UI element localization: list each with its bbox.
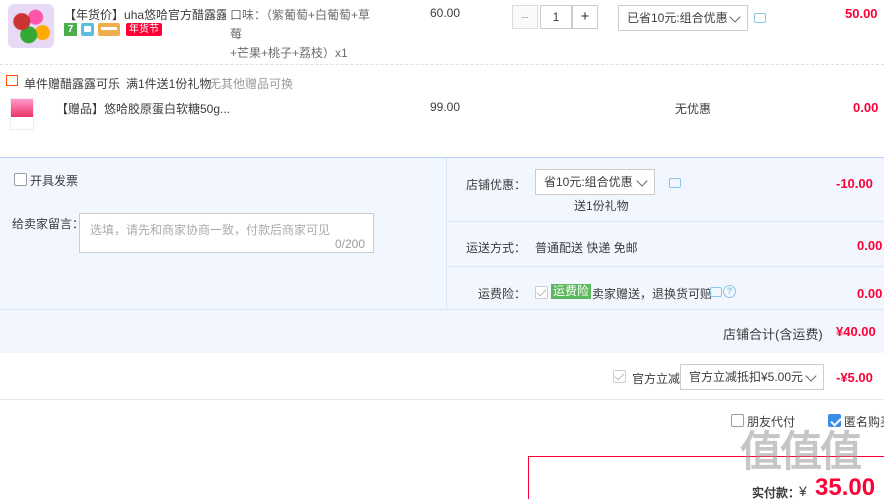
item-discount-select[interactable]: 已省10元:组合优惠 [618,5,748,31]
guarantee-icon [81,23,94,36]
insurance-checkbox[interactable] [535,286,548,299]
product-thumbnail[interactable] [8,4,54,48]
divider [447,266,884,267]
shop-discount-info-icon[interactable] [669,178,681,188]
plus-button[interactable]: + [572,5,598,29]
item-title[interactable]: 【年货价】uha悠哈官方醋露露... [64,6,226,23]
item-row-2: 【赠品】悠哈胶原蛋白软糖50g... 99.00 无优惠 0.00 [0,92,884,154]
official-discount-label: 官方立减 [632,372,681,386]
message-textarea[interactable]: 选填，请先和商家协商一致，付款后商家可见 0/200 [79,213,374,253]
divider [0,64,884,65]
sku-info: 口味：（紫葡萄+白葡萄+草莓 +芒果+桃子+荔枝）x1 [230,6,380,63]
official-discount-checkbox[interactable] [613,370,626,383]
watermark-text: 值值值 [740,428,862,475]
year-festival-badge: 年货节 [126,23,162,36]
help-icon[interactable]: ? [723,285,736,298]
pay-label: 实付款： [752,486,801,499]
shop-total-label: 店铺合计(含运费) [723,327,823,342]
unit-price: 60.00 [430,6,461,20]
gift-bar: 单件赠醋露露可乐 满1件送1份礼物 无其他赠品可换 [0,72,884,91]
gift-icon [6,75,18,86]
shop-total-value: ¥40.00 [836,324,876,339]
official-discount-select-label: 官方立减抵扣¥5.00元 [689,370,804,384]
shop-discount-select[interactable]: 省10元:组合优惠 [535,169,655,195]
message-label: 给卖家留言： [12,217,85,231]
divider [447,221,884,222]
pay-currency: ¥ [799,483,807,499]
invoice-checkbox[interactable] [14,173,27,186]
sku-line-2: +芒果+桃子+荔枝）x1 [230,46,348,60]
quantity-input[interactable]: 1 [540,5,572,29]
item-discount-select-label: 已省10元:组合优惠 [627,11,728,25]
panel-divider [446,158,447,309]
gift-note: 无其他赠品可换 [209,77,294,91]
official-discount-select[interactable]: 官方立减抵扣¥5.00元 [680,364,824,390]
insurance-badge: 运费险 [551,284,592,299]
insurance-label: 运费险： [478,287,527,301]
gift-subtotal: 0.00 [853,100,879,115]
insurance-chat-icon[interactable] [710,287,722,297]
quantity-stepper: − 1 + [512,5,598,29]
gift-product-thumbnail[interactable] [10,98,34,130]
shop-discount-select-label: 省10元:组合优惠 [544,175,633,189]
message-placeholder: 选填，请先和商家协商一致，付款后商家可见 [90,223,331,237]
insurance-text: 卖家赠送，退换货可赔 [592,287,713,301]
card-icon [98,23,120,36]
insurance-price: 0.00 [857,286,883,301]
title-tag: 【年货价】 [64,8,125,22]
seven-day-return-badge: 7 [64,23,77,36]
shipping-price: 0.00 [857,238,883,253]
gift-item-title[interactable]: 【赠品】悠哈胶原蛋白软糖50g... [56,100,230,117]
chevron-down-icon [729,11,741,23]
sku-line-1: 口味：（紫葡萄+白葡萄+草莓 [230,8,371,41]
official-discount-value: -¥5.00 [836,370,873,385]
chevron-down-icon [805,370,817,382]
minus-button[interactable]: − [512,5,538,29]
chevron-down-icon [636,175,648,187]
discount-info-icon[interactable] [754,13,766,23]
gift-title: 单件赠醋露露可乐 [24,77,121,91]
item-subtotal: 50.00 [845,6,878,21]
divider [0,399,884,400]
shipping-value: 普通配送 快递 免邮 [535,241,638,255]
shop-discount-value: -10.00 [836,176,873,191]
shop-discount-gift: 送1份礼物 [574,199,629,213]
message-counter: 0/200 [334,237,365,251]
item-row-1: 【年货价】uha悠哈官方醋露露... 7 年货节 口味：（紫葡萄+白葡萄+草莓 … [0,0,884,64]
badge-row: 7 年货节 [64,23,162,37]
gift-discount: 无优惠 [675,102,712,116]
invoice-label: 开具发票 [30,174,79,188]
gift-unit-price: 99.00 [430,100,461,114]
shop-discount-label: 店铺优惠： [466,178,527,192]
watermark-logo: 值值值 [740,418,884,478]
divider [0,309,884,310]
shipping-label: 运送方式： [466,241,527,255]
title-text: uha悠哈官方醋露露... [124,8,226,22]
gift-rule: 满1件送1份礼物 [126,77,212,91]
